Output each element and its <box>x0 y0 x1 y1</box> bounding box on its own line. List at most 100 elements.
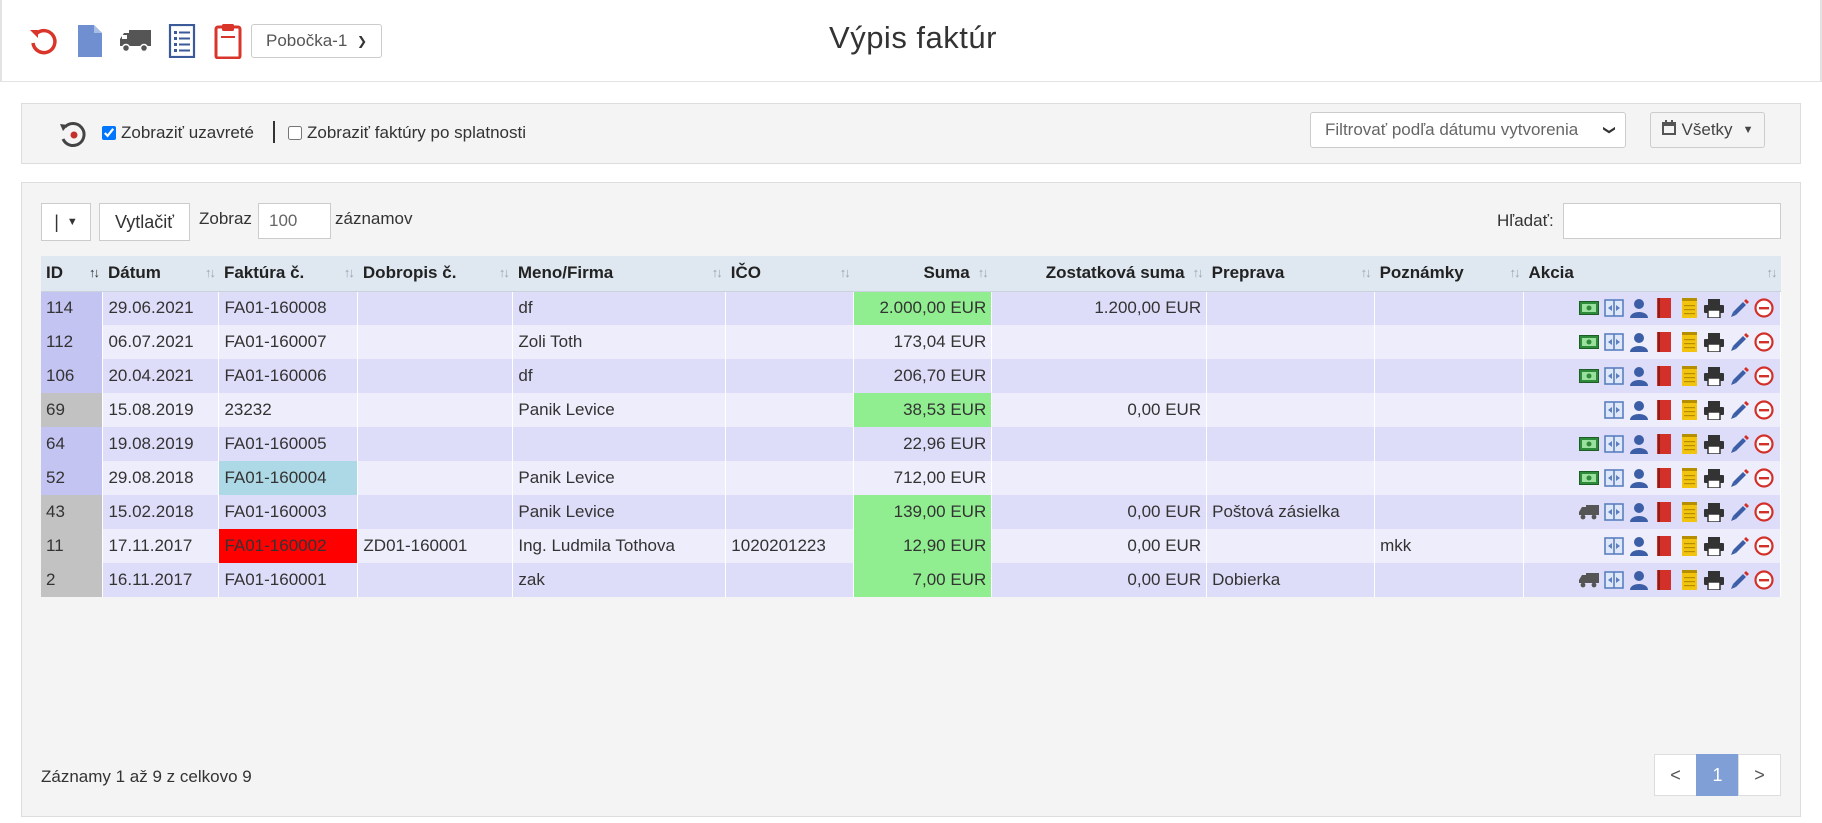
user-icon[interactable] <box>1628 501 1650 523</box>
show-closed-toggle[interactable]: Zobraziť uzavreté <box>102 123 254 143</box>
table-row[interactable]: 64 19.08.2019 FA01-160005 22,96 EUR <box>41 427 1782 461</box>
user-icon[interactable] <box>1628 467 1650 489</box>
book-icon[interactable] <box>1653 569 1675 591</box>
search-input[interactable] <box>1563 203 1781 239</box>
next-page-button[interactable]: > <box>1738 754 1781 796</box>
column-header-date[interactable]: Dátum ↑↓ <box>102 256 219 292</box>
delete-icon[interactable] <box>1753 467 1775 489</box>
pencil-icon[interactable] <box>1728 569 1750 591</box>
printer-icon[interactable] <box>1703 433 1725 455</box>
column-header-credit-note[interactable]: Dobropis č. ↑↓ <box>357 256 513 292</box>
notepad-icon[interactable] <box>1678 365 1700 387</box>
column-visibility-button[interactable]: | ▼ <box>41 203 91 241</box>
money-icon[interactable] <box>1578 297 1600 319</box>
page-button-1[interactable]: 1 <box>1696 754 1739 796</box>
delete-icon[interactable] <box>1753 433 1775 455</box>
split-view-icon[interactable] <box>1603 331 1625 353</box>
column-header-sum[interactable]: Suma ↑↓ <box>853 256 992 292</box>
split-view-icon[interactable] <box>1603 501 1625 523</box>
printer-icon[interactable] <box>1703 467 1725 489</box>
notepad-icon[interactable] <box>1678 433 1700 455</box>
table-row[interactable]: 2 16.11.2017 FA01-160001 zak 7,00 EUR 0,… <box>41 563 1782 597</box>
split-view-icon[interactable] <box>1603 365 1625 387</box>
truck-icon[interactable] <box>1578 501 1600 523</box>
notepad-icon[interactable] <box>1678 331 1700 353</box>
pencil-icon[interactable] <box>1728 297 1750 319</box>
notepad-icon[interactable] <box>1678 467 1700 489</box>
split-view-icon[interactable] <box>1603 399 1625 421</box>
column-header-actions[interactable]: Akcia ↑↓ <box>1523 256 1781 292</box>
notepad-icon[interactable] <box>1678 501 1700 523</box>
notepad-icon[interactable] <box>1678 399 1700 421</box>
split-view-icon[interactable] <box>1603 433 1625 455</box>
printer-icon[interactable] <box>1703 331 1725 353</box>
money-icon[interactable] <box>1578 467 1600 489</box>
user-icon[interactable] <box>1628 365 1650 387</box>
notepad-icon[interactable] <box>1678 297 1700 319</box>
split-view-icon[interactable] <box>1603 467 1625 489</box>
delete-icon[interactable] <box>1753 535 1775 557</box>
pencil-icon[interactable] <box>1728 433 1750 455</box>
user-icon[interactable] <box>1628 297 1650 319</box>
column-header-ico[interactable]: IČO ↑↓ <box>725 256 854 292</box>
delete-icon[interactable] <box>1753 297 1775 319</box>
book-icon[interactable] <box>1653 399 1675 421</box>
pencil-icon[interactable] <box>1728 331 1750 353</box>
money-icon[interactable] <box>1578 433 1600 455</box>
delete-icon[interactable] <box>1753 399 1775 421</box>
pencil-icon[interactable] <box>1728 535 1750 557</box>
column-header-name[interactable]: Meno/Firma ↑↓ <box>512 256 726 292</box>
printer-icon[interactable] <box>1703 501 1725 523</box>
book-icon[interactable] <box>1653 297 1675 319</box>
pencil-icon[interactable] <box>1728 399 1750 421</box>
show-closed-checkbox[interactable] <box>102 126 116 140</box>
column-header-notes[interactable]: Poznámky ↑↓ <box>1374 256 1524 292</box>
table-row[interactable]: 114 29.06.2021 FA01-160008 df 2.000,00 E… <box>41 291 1782 325</box>
table-row[interactable]: 106 20.04.2021 FA01-160006 df 206,70 EUR <box>41 359 1782 393</box>
user-icon[interactable] <box>1628 399 1650 421</box>
user-icon[interactable] <box>1628 433 1650 455</box>
table-row[interactable]: 69 15.08.2019 23232 Panik Levice 38,53 E… <box>41 393 1782 427</box>
printer-icon[interactable] <box>1703 365 1725 387</box>
table-row[interactable]: 52 29.08.2018 FA01-160004 Panik Levice 7… <box>41 461 1782 495</box>
book-icon[interactable] <box>1653 467 1675 489</box>
date-filter-select[interactable]: Filtrovať podľa dátumu vytvorenia ❯ <box>1310 112 1626 148</box>
delete-icon[interactable] <box>1753 501 1775 523</box>
notepad-icon[interactable] <box>1678 535 1700 557</box>
split-view-icon[interactable] <box>1603 535 1625 557</box>
book-icon[interactable] <box>1653 433 1675 455</box>
table-row[interactable]: 112 06.07.2021 FA01-160007 Zoli Toth 173… <box>41 325 1782 359</box>
pencil-icon[interactable] <box>1728 365 1750 387</box>
printer-icon[interactable] <box>1703 297 1725 319</box>
table-row[interactable]: 11 17.11.2017 FA01-160002 ZD01-160001 In… <box>41 529 1782 563</box>
table-row[interactable]: 43 15.02.2018 FA01-160003 Panik Levice 1… <box>41 495 1782 529</box>
pencil-icon[interactable] <box>1728 501 1750 523</box>
money-icon[interactable] <box>1578 331 1600 353</box>
delete-icon[interactable] <box>1753 569 1775 591</box>
money-icon[interactable] <box>1578 365 1600 387</box>
user-icon[interactable] <box>1628 331 1650 353</box>
book-icon[interactable] <box>1653 501 1675 523</box>
printer-icon[interactable] <box>1703 535 1725 557</box>
column-header-id[interactable]: ID ↑↓ <box>41 256 103 292</box>
prev-page-button[interactable]: < <box>1654 754 1697 796</box>
column-header-remaining[interactable]: Zostatková suma ↑↓ <box>991 256 1207 292</box>
period-dropdown-button[interactable]: Všetky ▼ <box>1650 112 1765 148</box>
printer-icon[interactable] <box>1703 569 1725 591</box>
pencil-icon[interactable] <box>1728 467 1750 489</box>
column-header-transport[interactable]: Preprava ↑↓ <box>1206 256 1375 292</box>
history-icon[interactable] <box>58 120 88 150</box>
print-button[interactable]: Vytlačiť <box>99 203 190 241</box>
notepad-icon[interactable] <box>1678 569 1700 591</box>
column-header-invoice[interactable]: Faktúra č. ↑↓ <box>218 256 358 292</box>
show-overdue-toggle[interactable]: Zobraziť faktúry po splatnosti <box>288 123 526 143</box>
delete-icon[interactable] <box>1753 365 1775 387</box>
user-icon[interactable] <box>1628 535 1650 557</box>
show-overdue-checkbox[interactable] <box>288 126 302 140</box>
split-view-icon[interactable] <box>1603 297 1625 319</box>
truck-icon[interactable] <box>1578 569 1600 591</box>
book-icon[interactable] <box>1653 535 1675 557</box>
printer-icon[interactable] <box>1703 399 1725 421</box>
book-icon[interactable] <box>1653 331 1675 353</box>
page-size-input[interactable]: 100 <box>258 203 331 239</box>
